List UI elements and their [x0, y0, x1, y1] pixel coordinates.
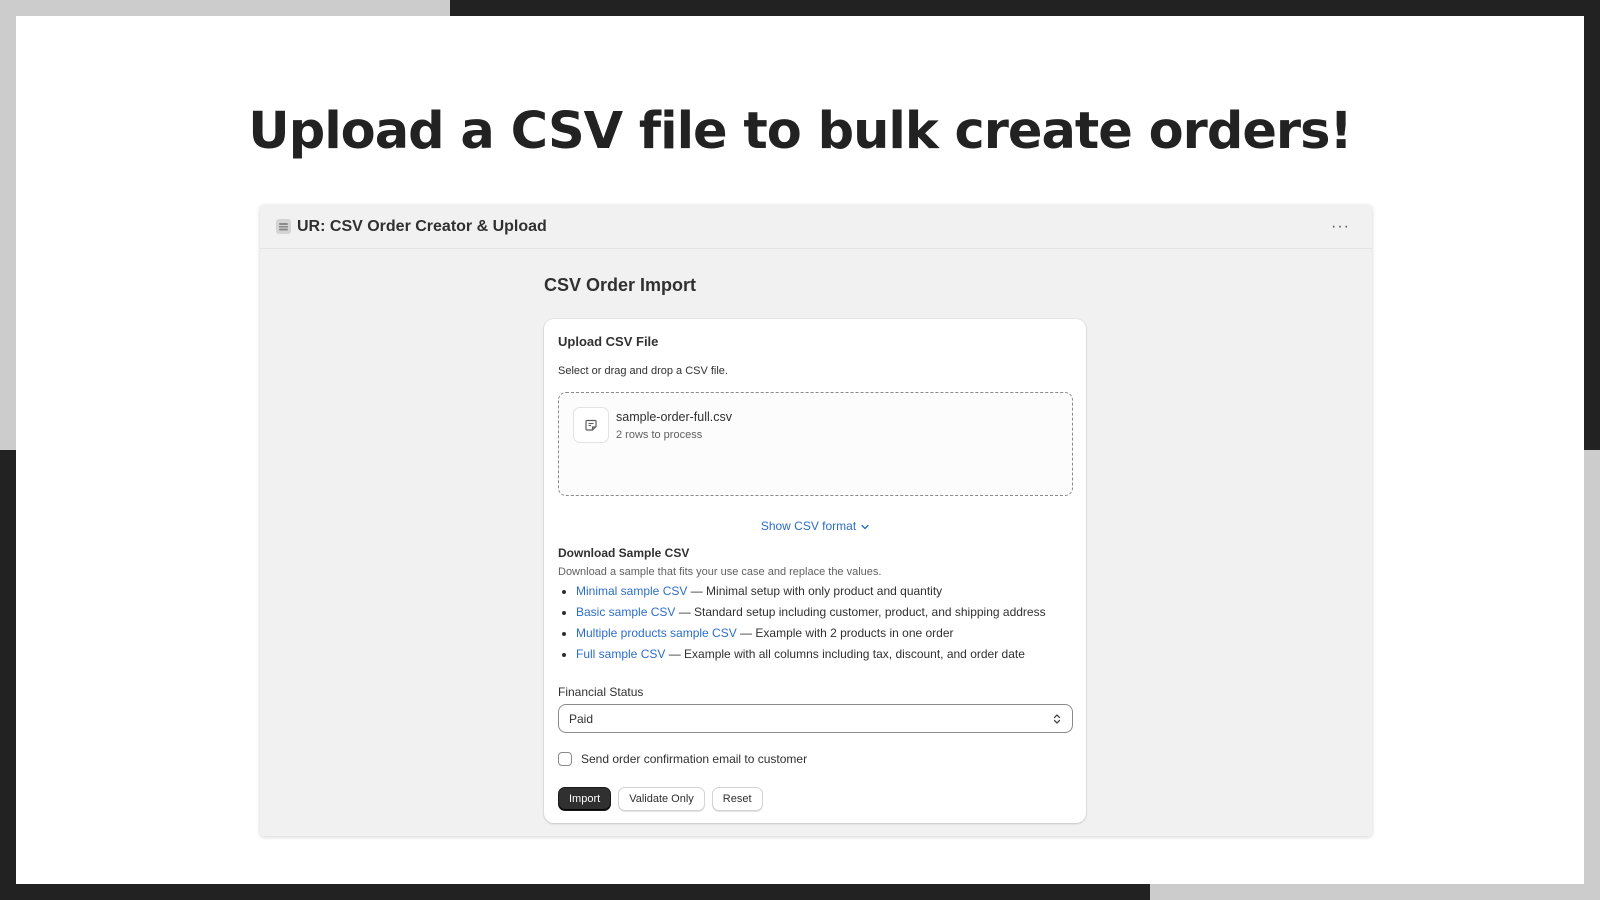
download-description: Download a sample that fits your use cas… [558, 566, 882, 578]
list-item: Full sample CSV — Example with all colum… [576, 644, 1046, 665]
full-sample-link[interactable]: Full sample CSV [576, 647, 665, 661]
file-row-count: 2 rows to process [616, 429, 703, 441]
file-name: sample-order-full.csv [616, 410, 733, 424]
import-button[interactable]: Import [558, 787, 612, 811]
csv-dropzone[interactable]: sample-order-full.csv 2 rows to process [558, 392, 1073, 496]
sample-description: — Minimal setup with only product and qu… [687, 584, 943, 598]
app-title: UR: CSV Order Creator & Upload [297, 217, 547, 235]
import-card: Upload CSV File Select or drag and drop … [544, 319, 1086, 823]
sample-description: — Example with 2 products in one order [736, 626, 954, 640]
upload-description: Select or drag and drop a CSV file. [558, 365, 728, 377]
sample-list: Minimal sample CSV — Minimal setup with … [558, 581, 1046, 665]
validate-only-button[interactable]: Validate Only [618, 787, 705, 811]
action-buttons: Import Validate Only Reset [558, 787, 763, 811]
list-item: Basic sample CSV — Standard setup includ… [576, 602, 1046, 623]
email-confirmation-checkbox[interactable] [558, 752, 572, 766]
file-icon [573, 407, 609, 443]
list-item: Minimal sample CSV — Minimal setup with … [576, 581, 1046, 602]
financial-status-select[interactable]: Paid [558, 704, 1073, 733]
show-csv-format-label: Show CSV format [760, 519, 857, 533]
headline: Upload a CSV file to bulk create orders! [248, 102, 1352, 161]
minimal-sample-link[interactable]: Minimal sample CSV [576, 584, 687, 598]
slide: Upload a CSV file to bulk create orders!… [16, 16, 1584, 884]
sample-description: — Standard setup including customer, pro… [675, 605, 1046, 619]
email-confirmation-row: Send order confirmation email to custome… [558, 752, 807, 766]
email-confirmation-label: Send order confirmation email to custome… [581, 752, 808, 766]
download-section-title: Download Sample CSV [558, 546, 690, 560]
reset-button[interactable]: Reset [711, 787, 763, 811]
financial-status-value: Paid [569, 711, 594, 726]
app-window: UR: CSV Order Creator & Upload ··· CSV O… [260, 205, 1372, 836]
select-chevron-icon [1052, 713, 1062, 725]
upload-section-title: Upload CSV File [558, 334, 659, 349]
app-header: UR: CSV Order Creator & Upload ··· [260, 205, 1372, 249]
multiple-products-sample-link[interactable]: Multiple products sample CSV [576, 626, 737, 640]
show-csv-format-toggle[interactable]: Show CSV format [558, 519, 1073, 533]
more-actions-button[interactable]: ··· [1325, 218, 1356, 236]
sample-description: — Example with all columns including tax… [665, 647, 1025, 661]
chevron-down-icon [861, 524, 869, 530]
list-item: Multiple products sample CSV — Example w… [576, 623, 1046, 644]
basic-sample-link[interactable]: Basic sample CSV [576, 605, 675, 619]
financial-status-label: Financial Status [558, 685, 644, 699]
app-icon [276, 219, 291, 234]
page-title: CSV Order Import [544, 275, 697, 295]
